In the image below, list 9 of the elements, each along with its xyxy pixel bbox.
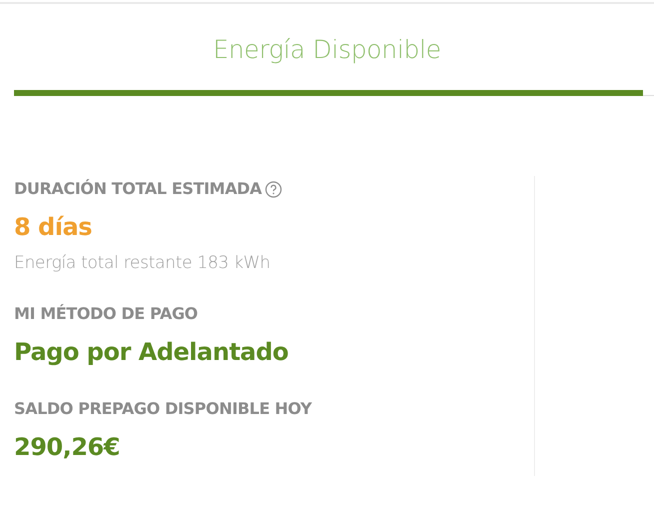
field-note: Energía total restante 183 kWh (14, 252, 272, 275)
field-value: 8 días (14, 212, 93, 243)
help-icon[interactable] (264, 180, 282, 198)
field-value: 290,26€ (14, 432, 121, 463)
field-label: DURACIÓN TOTAL ESTIMADA (14, 178, 262, 200)
section-title: Energía Disponible (212, 34, 442, 66)
field-label: SALDO PREPAGO DISPONIBLE HOY (14, 398, 312, 420)
field-label: MI MÉTODO DE PAGO (14, 303, 198, 325)
field-value: Pago por Adelantado (14, 337, 290, 368)
